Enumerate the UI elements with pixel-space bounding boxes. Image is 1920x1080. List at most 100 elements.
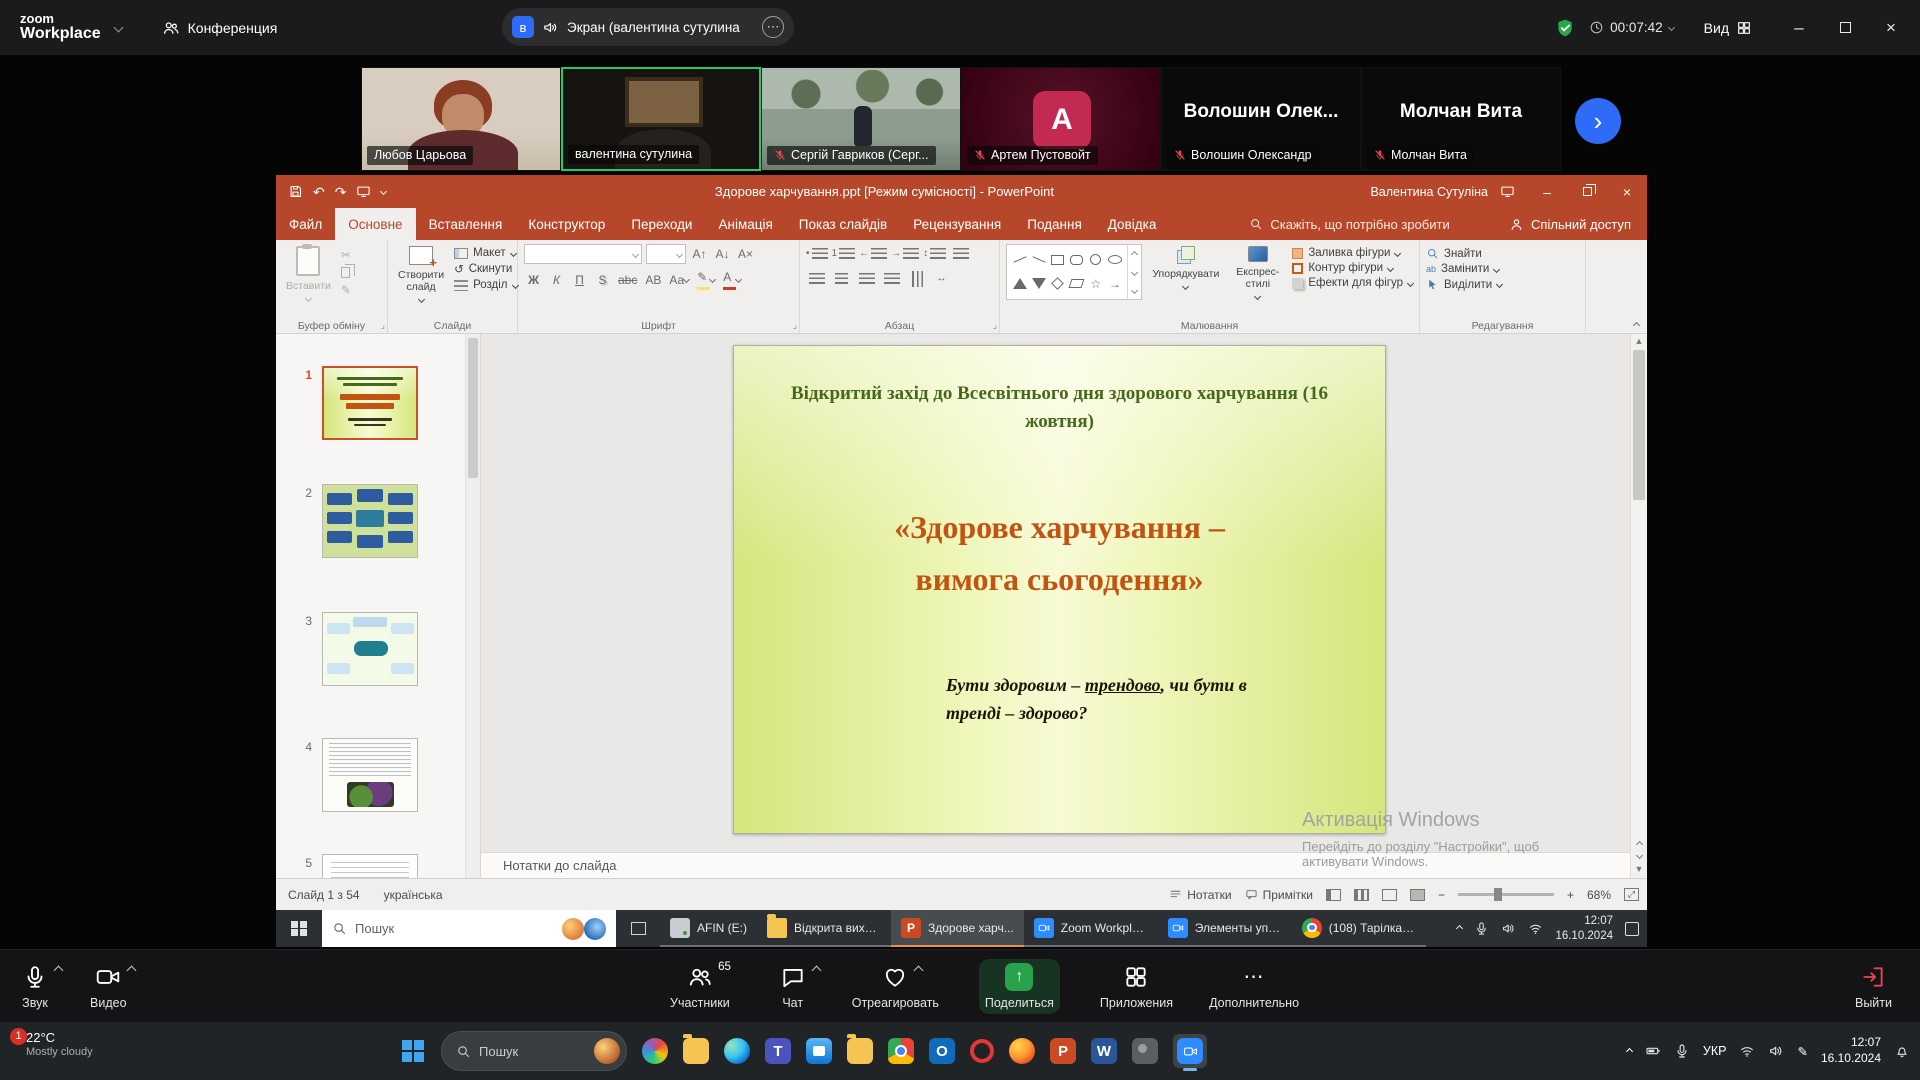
search-highlight-icon[interactable] — [584, 918, 606, 940]
previous-slide-icon[interactable] — [1635, 841, 1642, 848]
reset-button[interactable]: ↺Скинути — [454, 262, 517, 276]
tab-view[interactable]: Подання — [1014, 208, 1095, 240]
language-indicator[interactable]: українська — [384, 888, 443, 902]
shapes-scroll-up-icon[interactable] — [1131, 250, 1138, 257]
arrange-button[interactable]: Упорядкувати — [1148, 244, 1223, 317]
panel-scrollbar-thumb[interactable] — [468, 338, 478, 478]
slide-editing-area[interactable]: Відкритий захід до Всесвітнього дня здор… — [733, 345, 1386, 834]
participant-tile[interactable]: Молчан Вита Молчан Вита — [1361, 67, 1561, 171]
qat-customize-chevron-icon[interactable] — [380, 188, 387, 195]
more-button[interactable]: ⋯ Дополнительно — [1203, 959, 1305, 1014]
slide-thumbnail[interactable] — [322, 854, 418, 878]
font-dialog-launcher-icon[interactable]: ⌟ — [793, 320, 797, 331]
action-center-icon[interactable] — [1625, 922, 1639, 936]
copy-icon[interactable] — [341, 267, 350, 278]
justify-button[interactable] — [881, 269, 902, 288]
arrow-shape-icon[interactable]: → — [1109, 278, 1121, 290]
character-spacing-button[interactable]: АВ — [643, 270, 663, 289]
scroll-down-icon[interactable]: ▼ — [1635, 864, 1644, 874]
bullets-button[interactable]: • — [806, 244, 828, 263]
mic-tray-icon[interactable] — [1674, 1043, 1690, 1059]
tab-transitions[interactable]: Переходи — [618, 208, 705, 240]
undo-icon[interactable]: ↶ — [313, 185, 325, 199]
convert-smartart-button[interactable]: ↔ — [931, 269, 952, 288]
firefox-browser-icon[interactable] — [1009, 1038, 1035, 1064]
meeting-info-button[interactable]: Конференция — [162, 19, 278, 37]
line-shape-icon[interactable] — [1013, 256, 1026, 263]
shape-effects-button[interactable]: Ефекти для фігур — [1292, 277, 1413, 289]
slide-thumbnail[interactable] — [322, 738, 418, 812]
cut-icon[interactable]: ✂ — [341, 248, 351, 262]
shapes-more-icon[interactable] — [1131, 286, 1138, 293]
ppt-close-button[interactable]: × — [1607, 175, 1647, 208]
zoom-out-button[interactable]: − — [1438, 888, 1445, 902]
paragraph-dialog-launcher-icon[interactable]: ⌟ — [993, 320, 997, 331]
grow-font-button[interactable]: А↑ — [690, 245, 709, 264]
taskbar-app-afin[interactable]: AFIN (E:) — [660, 910, 757, 947]
tray-expand-icon[interactable] — [1456, 925, 1463, 932]
participant-tile[interactable]: Волошин Олек... Волошин Олександр — [1161, 67, 1361, 171]
tell-me-box[interactable]: Скажіть, що потрібно зробити — [1249, 208, 1449, 240]
task-view-button[interactable] — [616, 910, 660, 947]
taskbar-app-zoom[interactable]: Zoom Workpla... — [1024, 910, 1158, 947]
tray-expand-icon[interactable] — [1626, 1047, 1633, 1054]
slideshow-view-button[interactable] — [1410, 889, 1425, 901]
tab-insert[interactable]: Вставлення — [416, 208, 516, 240]
redo-icon[interactable]: ↷ — [335, 185, 347, 199]
reading-view-button[interactable] — [1382, 889, 1397, 901]
slide-thumbnail[interactable] — [322, 612, 418, 686]
font-size-select[interactable] — [646, 244, 686, 264]
fit-slide-button[interactable]: ⤢ — [1624, 888, 1639, 901]
taskbar-app-chrome[interactable]: (108) Тарілка з... — [1292, 910, 1426, 947]
video-options-chevron-icon[interactable] — [127, 965, 137, 975]
audio-button[interactable]: Звук — [16, 959, 54, 1014]
paste-button[interactable]: Вставити — [282, 244, 335, 317]
taskbar-app-powerpoint-active[interactable]: PЗдорове харч... — [891, 910, 1024, 947]
triangle-shape-icon[interactable] — [1013, 278, 1027, 289]
strikethrough-button[interactable]: abc — [616, 270, 639, 289]
participant-tile[interactable]: Любов Царьова — [361, 67, 561, 171]
zoom-slider-thumb[interactable] — [1494, 888, 1502, 901]
next-participants-button[interactable]: › — [1575, 98, 1621, 144]
ellipse-shape-icon[interactable] — [1108, 255, 1122, 264]
parallelogram-shape-icon[interactable] — [1069, 279, 1085, 288]
shapes-gallery[interactable]: ☆ → — [1006, 244, 1142, 300]
next-slide-icon[interactable] — [1635, 852, 1642, 859]
start-button[interactable] — [402, 1040, 424, 1062]
zoom-slider[interactable] — [1458, 893, 1554, 896]
video-button[interactable]: Видео — [84, 959, 133, 1014]
text-direction-button[interactable] — [950, 244, 971, 263]
close-button[interactable]: × — [1868, 0, 1914, 55]
circle-shape-icon[interactable] — [1090, 254, 1101, 265]
participant-tile[interactable]: A Артем Пустовойт — [961, 67, 1161, 171]
numbering-button[interactable]: 1 — [832, 244, 856, 263]
ppt-minimize-button[interactable]: – — [1527, 175, 1567, 208]
font-name-select[interactable] — [524, 244, 642, 264]
word-app-icon[interactable]: W — [1091, 1038, 1117, 1064]
volume-icon[interactable] — [1768, 1043, 1784, 1059]
leave-meeting-button[interactable]: Выйти — [1849, 959, 1898, 1014]
chat-button[interactable]: Чат — [774, 959, 812, 1014]
zoom-app-active[interactable] — [1173, 1034, 1207, 1068]
search-highlight-icon[interactable] — [594, 1038, 620, 1064]
panel-scrollbar[interactable] — [465, 334, 480, 878]
microsoft-store-icon[interactable] — [806, 1038, 832, 1064]
rectangle-shape-icon[interactable] — [1051, 255, 1064, 265]
search-highlight-icon[interactable] — [562, 918, 584, 940]
layout-button[interactable]: Макет — [454, 247, 517, 259]
slide-thumbnail[interactable] — [322, 484, 418, 558]
slide-sorter-view-button[interactable] — [1354, 889, 1369, 901]
tab-help[interactable]: Довідка — [1095, 208, 1170, 240]
minimize-button[interactable]: – — [1776, 0, 1822, 55]
tab-design[interactable]: Конструктор — [515, 208, 618, 240]
change-case-button[interactable]: Аа — [667, 270, 691, 289]
main-scrollbar-thumb[interactable] — [1633, 350, 1645, 500]
rounded-rectangle-shape-icon[interactable] — [1070, 255, 1083, 265]
ppt-share-button[interactable]: Спільний доступ — [1509, 208, 1647, 240]
win10-start-button[interactable] — [276, 910, 322, 947]
decrease-indent-button[interactable]: ← — [859, 244, 887, 263]
align-left-button[interactable] — [806, 269, 827, 288]
font-color-button[interactable]: А — [721, 270, 743, 289]
win10-search-input[interactable] — [355, 921, 554, 936]
network-tray-icon[interactable] — [1528, 921, 1543, 936]
